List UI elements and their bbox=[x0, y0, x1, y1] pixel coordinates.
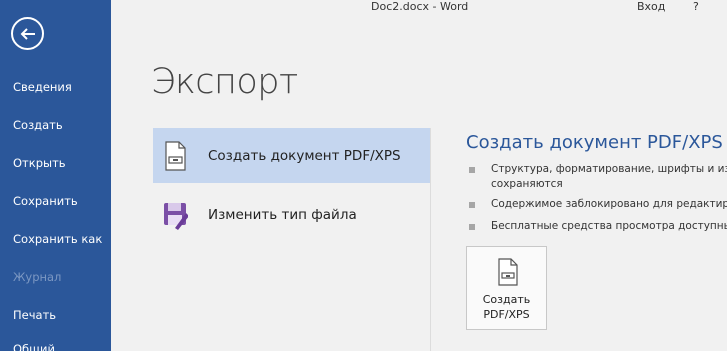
export-option-pdf-xps[interactable]: Создать документ PDF/XPS bbox=[153, 128, 430, 183]
pdf-document-icon bbox=[498, 258, 518, 286]
sidebar-item-print[interactable]: Печать bbox=[13, 308, 56, 322]
back-button[interactable] bbox=[11, 17, 44, 50]
sidebar-item-new[interactable]: Создать bbox=[13, 118, 63, 132]
page-title: Экспорт bbox=[151, 62, 298, 102]
help-button[interactable]: ? bbox=[693, 0, 699, 13]
panel-title: Создать документ PDF/XPS bbox=[466, 132, 723, 153]
pdf-document-icon bbox=[165, 141, 186, 171]
sign-in-link[interactable]: Вход bbox=[637, 0, 665, 13]
sidebar-item-info[interactable]: Сведения bbox=[13, 80, 72, 94]
panel-divider bbox=[430, 128, 431, 351]
backstage-sidebar: Сведения Создать Открыть Сохранить Сохра… bbox=[0, 0, 111, 351]
arrow-left-icon bbox=[20, 27, 35, 40]
create-pdf-xps-button[interactable]: Создать PDF/XPS bbox=[466, 246, 547, 330]
sidebar-item-save[interactable]: Сохранить bbox=[13, 194, 78, 208]
export-option-change-file-type[interactable]: Изменить тип файла bbox=[153, 187, 430, 242]
create-button-label-line2: PDF/XPS bbox=[483, 308, 530, 321]
save-as-type-icon bbox=[164, 203, 188, 230]
export-option-label: Изменить тип файла bbox=[208, 206, 357, 223]
window-title: Doc2.docx - Word bbox=[371, 0, 469, 13]
sidebar-item-save-as[interactable]: Сохранить как bbox=[13, 232, 102, 246]
sidebar-item-open[interactable]: Открыть bbox=[13, 156, 66, 170]
sidebar-item-share[interactable]: Общий bbox=[13, 342, 55, 351]
export-option-label: Создать документ PDF/XPS bbox=[208, 147, 401, 164]
create-button-label-line1: Создать bbox=[482, 293, 531, 306]
feature-bullet-continued: сохраняются bbox=[491, 178, 563, 190]
sidebar-item-history: Журнал bbox=[13, 270, 62, 284]
